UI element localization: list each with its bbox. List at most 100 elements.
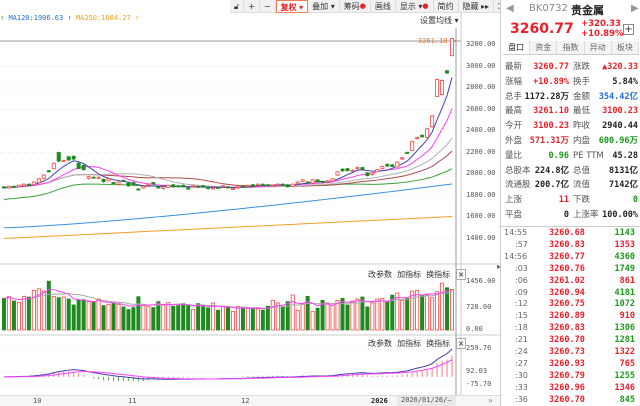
simple-button[interactable]: 简约 xyxy=(434,0,459,13)
tick-volume: 1255 xyxy=(614,370,635,381)
tick-time: :24 xyxy=(515,347,528,356)
add-indicator-button[interactable]: 加指标 xyxy=(397,270,421,279)
tick-time: :27 xyxy=(515,358,528,368)
add-watchlist-button[interactable]: + xyxy=(623,24,634,35)
volume-bar xyxy=(370,302,375,331)
tick-time: :09 xyxy=(515,287,528,297)
quote-value: 3100.23 xyxy=(533,121,569,132)
quote-value: 45.28 xyxy=(612,150,638,161)
tick-volume: 4360 xyxy=(614,251,635,262)
volume-bar xyxy=(335,299,340,331)
volume-bar xyxy=(430,297,435,331)
candle-body xyxy=(61,160,66,162)
volume-bar xyxy=(350,300,355,331)
candle-body xyxy=(380,166,385,170)
quote-row: 今开 3100.23 昨收 2940.44 xyxy=(501,119,640,133)
quote-value: 3260.77 xyxy=(533,62,569,72)
candle-body xyxy=(375,169,380,173)
edit-params-button[interactable]: 改参数 xyxy=(368,339,392,348)
tab-index[interactable]: 指数 xyxy=(557,41,585,54)
tick-price: 3260.68 xyxy=(549,228,585,238)
volume-bar xyxy=(181,303,186,331)
candle-body xyxy=(96,176,101,179)
tick-price: 3260.70 xyxy=(549,335,585,346)
draw-line-button[interactable]: 画线 xyxy=(371,0,396,13)
tab-sector[interactable]: 板块 xyxy=(611,41,640,54)
adjust-button[interactable]: 复权 ▾ xyxy=(275,0,309,13)
collapse-handle-icon[interactable]: ▸ xyxy=(497,262,501,271)
candle-body xyxy=(355,167,360,170)
volume-bar xyxy=(211,302,216,331)
volume-bar xyxy=(171,305,176,331)
volume-bar xyxy=(126,309,131,331)
quote-label: 涨幅 xyxy=(505,76,523,87)
quote-value: 224.8亿 xyxy=(534,165,569,176)
candle-body xyxy=(116,181,121,185)
candle-body xyxy=(191,185,196,188)
volume-bar xyxy=(395,292,400,331)
quote-value: 8131亿 xyxy=(609,165,638,176)
tick-volume: 1072 xyxy=(614,299,635,310)
quote-label: 总值 xyxy=(573,165,591,176)
tick-row: :36 3260.70 845 xyxy=(501,394,640,406)
x-label: 11 xyxy=(128,397,137,405)
set-ma-button[interactable]: 设置均线 ▾ xyxy=(420,15,459,26)
zoom-out-button[interactable]: − xyxy=(260,0,276,13)
quote-label: 平盘 xyxy=(505,210,523,220)
candle-body xyxy=(21,183,26,187)
candle-body xyxy=(395,161,400,168)
switch-indicator-button[interactable]: 换指标 xyxy=(426,270,450,279)
candle-body xyxy=(31,181,36,186)
volume-bar xyxy=(111,302,116,331)
tick-price: 3260.76 xyxy=(549,263,585,274)
candle-body xyxy=(385,163,390,167)
scroll-right-icon[interactable]: » xyxy=(488,396,493,405)
volume-bar xyxy=(21,295,26,331)
candle-body xyxy=(245,185,250,187)
tick-volume: 861 xyxy=(619,275,635,286)
close-icon[interactable]: × xyxy=(455,269,467,280)
volume-bar xyxy=(26,296,31,331)
quote-label: 昨收 xyxy=(573,121,591,132)
candle-body xyxy=(171,184,176,188)
arrow-up-icon: ↑ xyxy=(0,14,5,22)
price-tick: 1400.00 xyxy=(466,233,496,242)
next-stock-icon[interactable]: ▶ xyxy=(631,3,639,14)
edit-params-button[interactable]: 改参数 xyxy=(368,270,392,279)
ma120-label: MA120:1906.63 xyxy=(8,14,64,22)
zoom-in-button[interactable]: + xyxy=(244,0,260,13)
tick-time: :03 xyxy=(515,263,528,273)
price-change-pct: +10.89% xyxy=(581,29,624,39)
lock-icon[interactable]: 🔓︎ xyxy=(230,0,245,13)
tick-row: :24 3260.73 1322 xyxy=(501,346,640,358)
volume-bar xyxy=(96,298,101,331)
candle-body xyxy=(121,180,126,182)
chips-button[interactable]: 筹码● xyxy=(340,0,371,13)
hide-button[interactable]: 隐藏 ▸▸ xyxy=(459,0,495,13)
volume-bar xyxy=(405,297,410,331)
prev-stock-icon[interactable]: ◀ xyxy=(506,3,514,14)
candle-body xyxy=(26,183,31,186)
price-tick: 1600.00 xyxy=(466,212,496,220)
volume-bar xyxy=(186,304,191,331)
candle-body xyxy=(295,181,300,185)
macd-tick: 92.03 xyxy=(466,367,488,375)
overlay-button[interactable]: 叠加 ▾ xyxy=(308,0,340,13)
candle-body xyxy=(51,162,56,170)
candle-body xyxy=(156,186,161,189)
volume-bar xyxy=(290,294,295,331)
candle-body xyxy=(6,185,11,189)
quote-row: 最新 3260.77 涨跌 ▲320.33 xyxy=(501,60,640,74)
volume-bar xyxy=(330,304,335,331)
tab-handicap[interactable]: 盘口 xyxy=(503,41,531,54)
add-indicator-button[interactable]: 加指标 xyxy=(397,339,421,348)
close-icon[interactable]: × xyxy=(455,338,467,349)
tab-movement[interactable]: 异动 xyxy=(584,41,612,54)
display-button[interactable]: 显示 ▾● xyxy=(396,0,434,13)
candle-body xyxy=(315,179,320,183)
tick-time: :33 xyxy=(515,382,528,392)
volume-bar xyxy=(136,296,141,331)
tab-funds[interactable]: 资金 xyxy=(530,41,558,54)
switch-indicator-button[interactable]: 换指标 xyxy=(426,339,450,348)
quote-label: 流通股 xyxy=(505,180,531,191)
